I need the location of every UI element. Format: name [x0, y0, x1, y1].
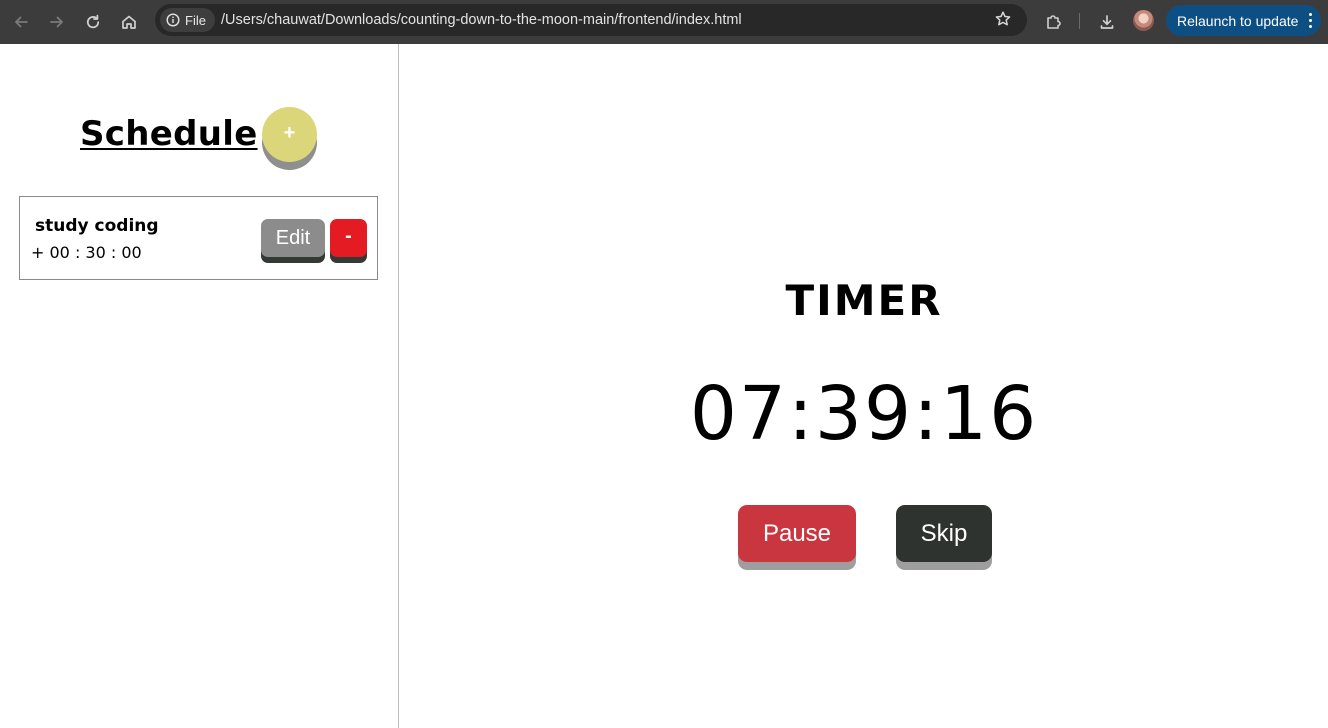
home-button[interactable] [115, 8, 143, 36]
schedule-panel: Schedule + study coding + 00 : 30 : 00 E… [0, 44, 399, 728]
profile-avatar[interactable] [1133, 10, 1154, 31]
schedule-title: Schedule [80, 114, 258, 154]
star-icon [995, 11, 1011, 26]
pause-button[interactable]: Pause [738, 505, 856, 562]
puzzle-icon [1047, 15, 1061, 29]
timer-title: TIMER [785, 276, 943, 325]
info-icon [166, 13, 180, 27]
app-page: Schedule + study coding + 00 : 30 : 00 E… [0, 44, 1328, 728]
relaunch-update-button[interactable]: Relaunch to update [1166, 5, 1321, 36]
task-name: study coding [35, 216, 159, 236]
skip-button[interactable]: Skip [896, 505, 992, 562]
download-icon [1100, 15, 1114, 29]
site-chip-label: File [185, 12, 206, 28]
add-task-label: + [283, 122, 296, 144]
address-bar[interactable]: File /Users/chauwat/Downloads/counting-d… [155, 4, 1027, 36]
timer-display: 07:39:16 [689, 371, 1039, 457]
kebab-icon[interactable] [1308, 13, 1312, 28]
arrow-left-icon [15, 16, 28, 28]
browser-toolbar: File /Users/chauwat/Downloads/counting-d… [0, 0, 1328, 44]
toolbar-divider [1079, 13, 1080, 29]
pause-label: Pause [762, 519, 832, 547]
back-button[interactable] [7, 8, 35, 36]
home-icon [122, 15, 136, 29]
downloads-button[interactable] [1093, 8, 1121, 36]
extensions-button[interactable] [1039, 8, 1067, 36]
url-text[interactable]: /Users/chauwat/Downloads/counting-down-t… [221, 4, 742, 36]
reload-button[interactable] [79, 8, 107, 36]
remove-task-label: - [345, 225, 352, 247]
site-info-chip[interactable]: File [160, 8, 215, 32]
task-duration: + 00 : 30 : 00 [31, 243, 142, 262]
forward-button[interactable] [43, 8, 71, 36]
skip-label: Skip [920, 519, 968, 547]
schedule-item: study coding + 00 : 30 : 00 Edit - [19, 196, 378, 280]
bookmark-button[interactable] [990, 6, 1016, 32]
remove-task-button[interactable]: - [330, 219, 367, 257]
edit-task-button[interactable]: Edit [261, 219, 325, 257]
edit-task-label: Edit [275, 226, 311, 249]
relaunch-label: Relaunch to update [1177, 12, 1299, 29]
reload-icon [86, 14, 100, 29]
arrow-right-icon [50, 16, 63, 28]
add-task-button[interactable]: + [262, 107, 317, 162]
